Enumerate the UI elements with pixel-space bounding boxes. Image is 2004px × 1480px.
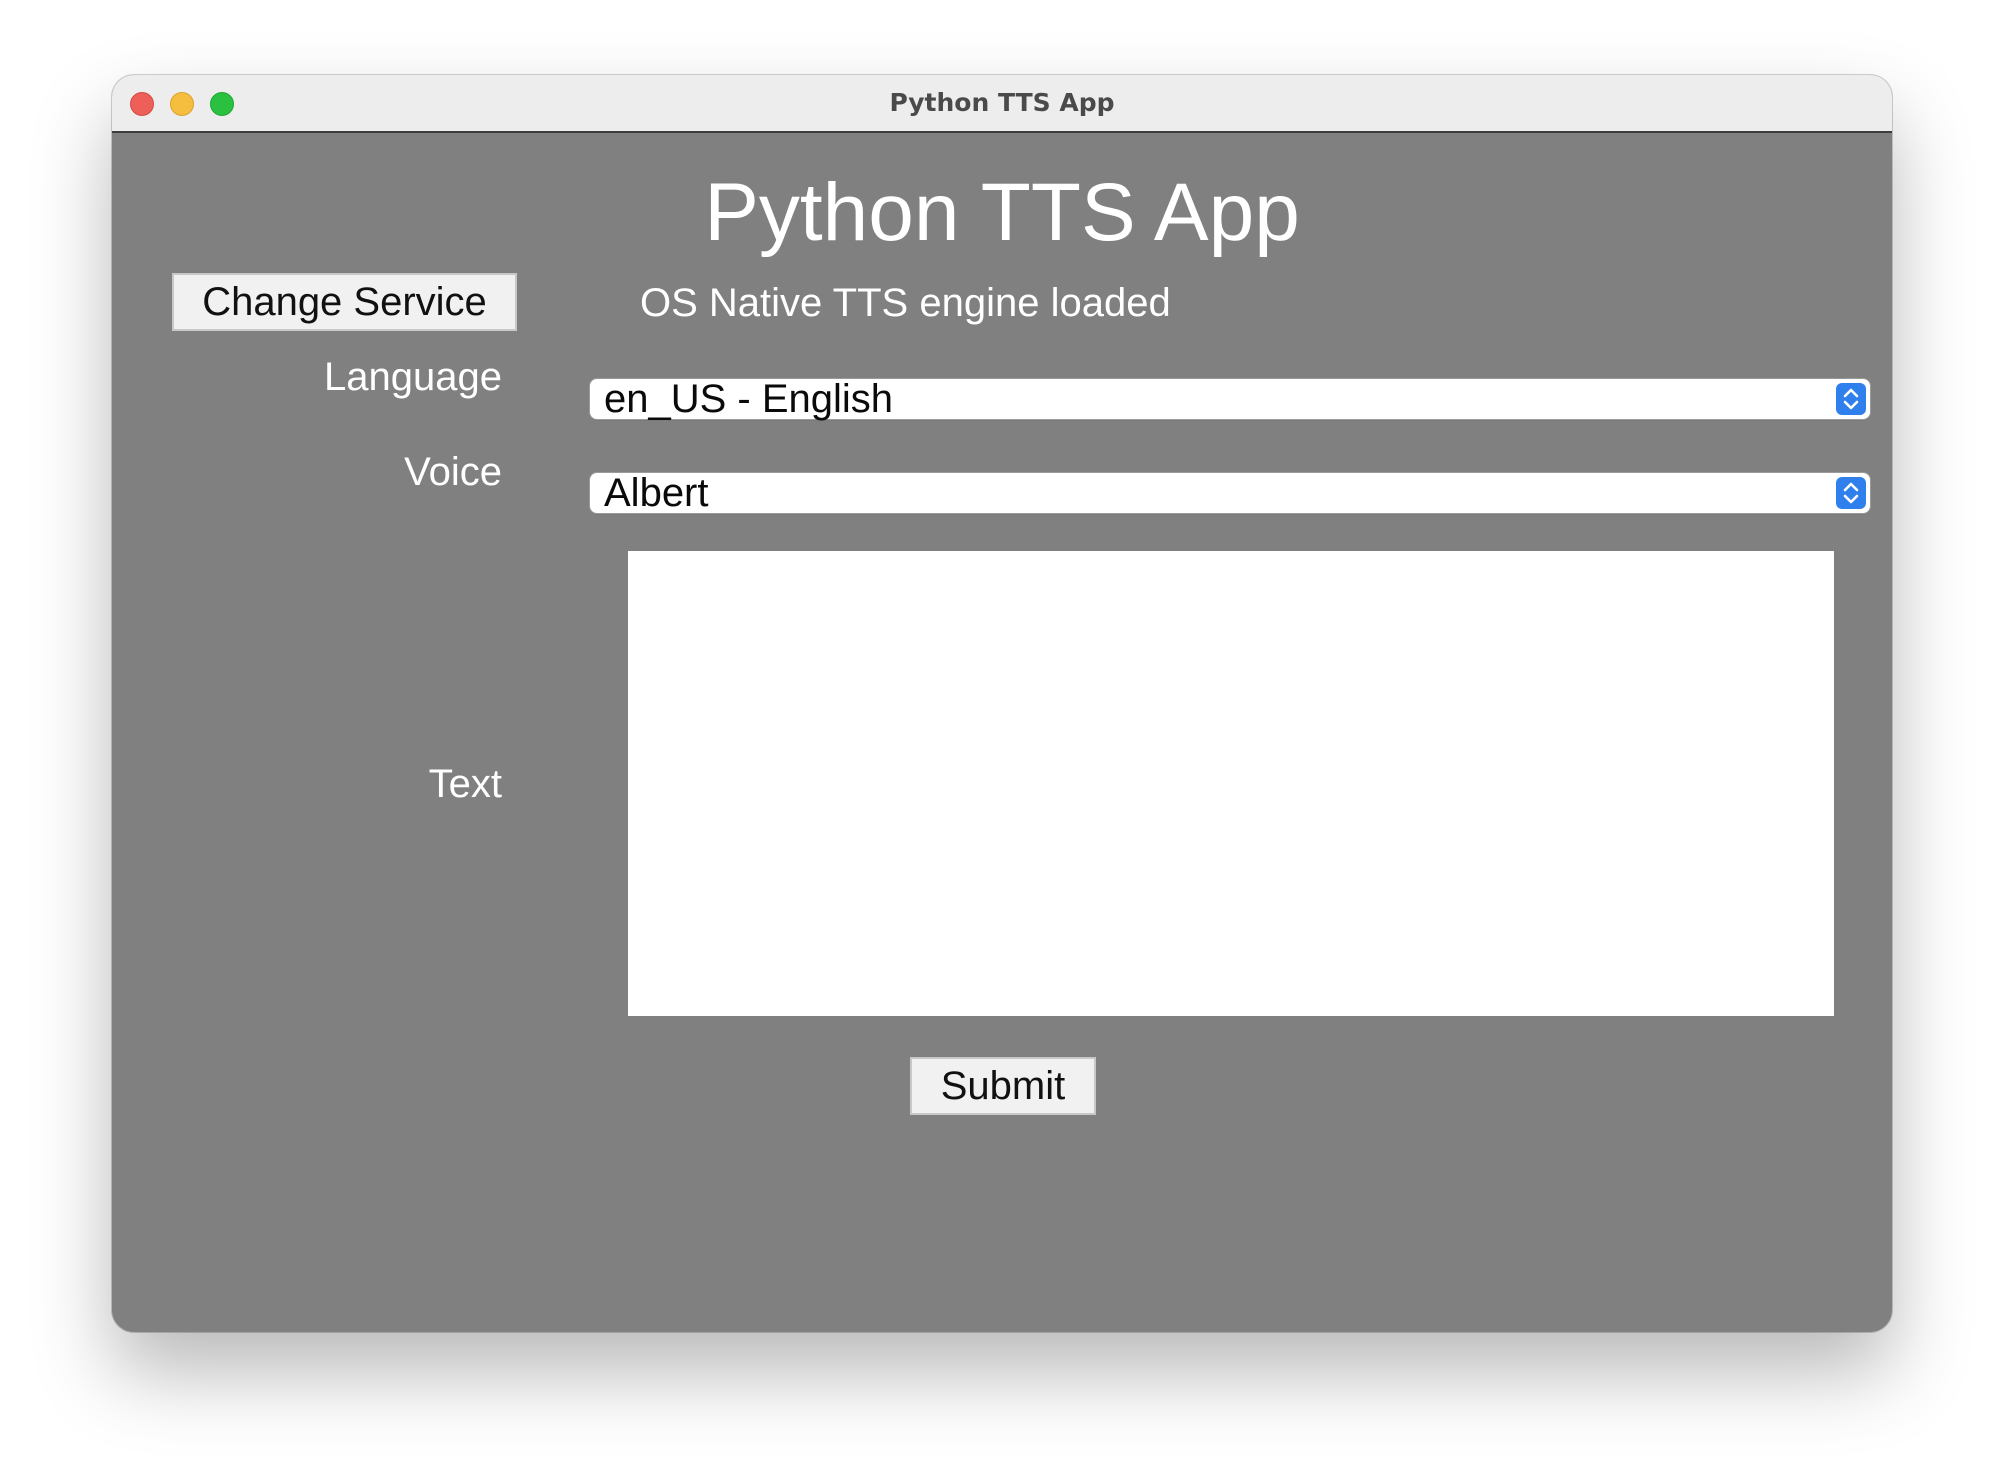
language-select[interactable]: en_US - English	[590, 379, 1870, 419]
language-select-value: en_US - English	[604, 377, 894, 421]
text-input[interactable]	[628, 551, 1834, 1016]
text-label: Text	[428, 762, 502, 806]
voice-select[interactable]: Albert	[590, 473, 1870, 513]
engine-status-text: OS Native TTS engine loaded	[640, 281, 1171, 325]
submit-button[interactable]: Submit	[910, 1057, 1096, 1115]
up-down-chevron-icon	[1836, 383, 1866, 415]
change-service-button[interactable]: Change Service	[172, 273, 517, 331]
page-title: Python TTS App	[704, 167, 1300, 258]
voice-select-value: Albert	[604, 471, 709, 515]
up-down-chevron-icon	[1836, 477, 1866, 509]
title-bar[interactable]: Python TTS App	[112, 75, 1892, 133]
language-label: Language	[324, 355, 502, 399]
voice-label: Voice	[404, 450, 502, 494]
window-title: Python TTS App	[889, 88, 1115, 117]
app-window: Python TTS App Python TTS App Change Ser…	[112, 75, 1892, 1332]
